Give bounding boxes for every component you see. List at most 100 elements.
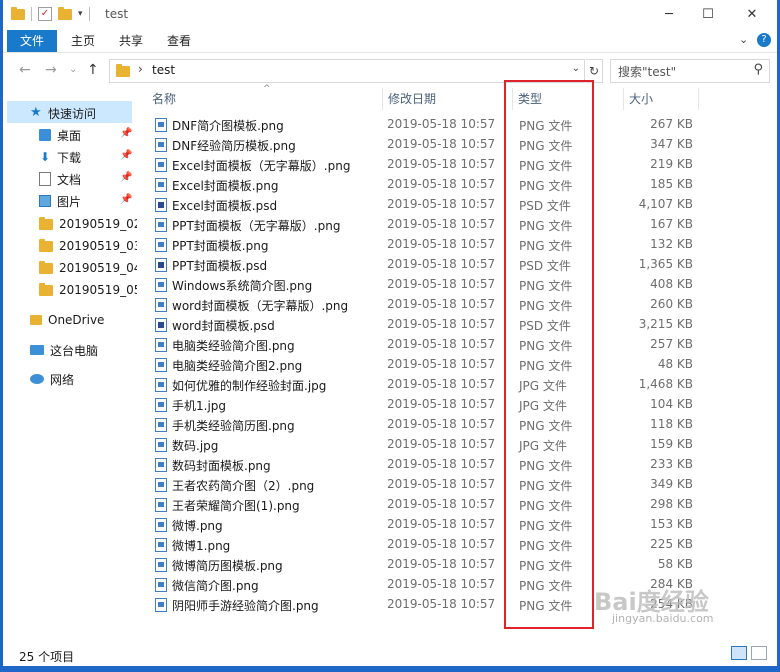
file-row[interactable]: word封面模板（无字幕版）.png 2019-05-18 10:57 PNG 文件… [137, 295, 753, 315]
recent-locations-icon[interactable]: ⌄ [69, 64, 77, 75]
file-icon [155, 378, 167, 392]
file-icon [155, 158, 167, 172]
scrollbar[interactable] [753, 88, 777, 640]
new-folder-icon[interactable] [58, 6, 72, 20]
file-row[interactable]: word封面模板.psd 2019-05-18 10:57 PSD 文件 3,215 … [137, 315, 753, 335]
sidebar-item-label: 下载 [57, 150, 82, 165]
customize-toolbar-icon[interactable]: ▾ [78, 9, 83, 19]
forward-button[interactable]: → [45, 62, 57, 78]
file-row[interactable]: 如何优雅的制作经验封面.jpg 2019-05-18 10:57 JPG 文件 1,4… [137, 375, 753, 395]
file-size: 260 KB [650, 297, 693, 311]
file-row[interactable]: 微博1.png 2019-05-18 10:57 PNG 文件 225 KB [137, 535, 753, 555]
search-input[interactable]: 搜索"test" [618, 63, 676, 80]
file-name: 微博简历图模板.png [172, 559, 283, 573]
expand-ribbon-icon[interactable]: ⌄ [739, 33, 748, 46]
file-row[interactable]: 王者荣耀简介图(1).png 2019-05-18 10:57 PNG 文件 298 … [137, 495, 753, 515]
file-icon [155, 178, 167, 192]
file-row[interactable]: Windows系统简介图.png 2019-05-18 10:57 PNG 文件 40… [137, 275, 753, 295]
tab-share[interactable]: 共享 [119, 30, 143, 52]
sidebar-item-downloads[interactable]: ⬇ 下载 [39, 147, 81, 167]
file-icon [155, 258, 167, 272]
file-name: 王者荣耀简介图(1).png [172, 499, 300, 513]
file-name: 微博1.png [172, 539, 231, 553]
sidebar-item-pictures[interactable]: 图片 [39, 191, 81, 211]
address-path[interactable]: test [152, 63, 175, 77]
sidebar-item-network[interactable]: 网络 [30, 369, 74, 389]
sidebar-item-label: 文档 [57, 172, 82, 187]
sidebar-item-quick-access[interactable]: ★ 快速访问 [30, 103, 96, 123]
file-icon [155, 498, 167, 512]
sidebar-item-this-pc[interactable]: 这台电脑 [30, 340, 98, 360]
file-row[interactable]: Excel封面模板（无字幕版）.png 2019-05-18 10:57 PNG 文… [137, 155, 753, 175]
sidebar-item-desktop[interactable]: 桌面 [39, 125, 81, 145]
file-row[interactable]: Excel封面模板.png 2019-05-18 10:57 PNG 文件 185 K… [137, 175, 753, 195]
column-divider[interactable] [623, 88, 624, 110]
column-header-date[interactable]: 修改日期 [388, 88, 436, 110]
navigation-pane: ★ 快速访问 桌面 📌 ⬇ 下载 📌 文档 📌 图片 📌 20190519_02… [3, 88, 159, 640]
file-row[interactable]: PPT封面模板（无字幕版）.png 2019-05-18 10:57 PNG 文件 1… [137, 215, 753, 235]
ribbon-tabs: 文件 主页 共享 查看 ⌄ ? [3, 30, 777, 52]
document-icon [39, 172, 51, 186]
properties-icon[interactable]: ✓ [38, 7, 52, 21]
file-name: 王者农药简介图（2）.png [172, 479, 315, 493]
file-icon [155, 578, 167, 592]
file-date: 2019-05-18 10:57 [387, 417, 496, 431]
file-date: 2019-05-18 10:57 [387, 197, 496, 211]
file-row[interactable]: 王者农药简介图（2）.png 2019-05-18 10:57 PNG 文件 349 … [137, 475, 753, 495]
file-size: 225 KB [650, 537, 693, 551]
tab-home[interactable]: 主页 [71, 30, 95, 52]
maximize-button[interactable]: ☐ [685, 2, 731, 28]
file-row[interactable]: DNF简介图模板.png 2019-05-18 10:57 PNG 文件 267 KB [137, 115, 753, 135]
chevron-down-icon[interactable]: ⌄ [572, 63, 580, 74]
file-name: 数码.jpg [172, 439, 219, 453]
file-row[interactable]: 微博简历图模板.png 2019-05-18 10:57 PNG 文件 58 KB [137, 555, 753, 575]
file-icon [155, 558, 167, 572]
file-row[interactable]: 数码.jpg 2019-05-18 10:57 JPG 文件 159 KB [137, 435, 753, 455]
up-button[interactable]: ↑ [87, 62, 99, 78]
pin-icon[interactable]: 📌 [120, 128, 132, 139]
file-name: 手机类经验简历图.png [172, 419, 295, 433]
sort-ascending-icon: ^ [263, 84, 271, 94]
file-size: 167 KB [650, 217, 693, 231]
folder-icon [39, 260, 53, 274]
file-icon [155, 398, 167, 412]
file-row[interactable]: 电脑类经验简介图.png 2019-05-18 10:57 PNG 文件 257 KB [137, 335, 753, 355]
sidebar-item-label: OneDrive [48, 313, 105, 327]
file-row[interactable]: 手机类经验简历图.png 2019-05-18 10:57 PNG 文件 118 KB [137, 415, 753, 435]
file-row[interactable]: PPT封面模板.png 2019-05-18 10:57 PNG 文件 132 KB [137, 235, 753, 255]
column-divider[interactable] [698, 88, 699, 110]
sidebar-item-onedrive[interactable]: OneDrive [30, 310, 104, 330]
large-icons-view-button[interactable] [751, 646, 767, 660]
help-icon[interactable]: ? [757, 33, 771, 47]
file-row[interactable]: DNF经验简历模板.png 2019-05-18 10:57 PNG 文件 347 K… [137, 135, 753, 155]
pin-icon[interactable]: 📌 [120, 150, 132, 161]
pin-icon[interactable]: 📌 [120, 194, 132, 205]
file-row[interactable]: Excel封面模板.psd 2019-05-18 10:57 PSD 文件 4,107… [137, 195, 753, 215]
file-row[interactable]: 数码封面模板.png 2019-05-18 10:57 PNG 文件 233 KB [137, 455, 753, 475]
column-divider[interactable] [382, 88, 383, 110]
title-bar: ✓ ▾ test ─ ☐ ✕ [3, 0, 777, 30]
file-row[interactable]: PPT封面模板.psd 2019-05-18 10:57 PSD 文件 1,365 K… [137, 255, 753, 275]
column-header-size[interactable]: 大小 [629, 88, 653, 110]
search-icon[interactable]: ⚲ [753, 62, 763, 77]
back-button[interactable]: ← [19, 62, 31, 78]
pin-icon[interactable]: 📌 [120, 172, 132, 183]
column-header-name[interactable]: 名称 [152, 88, 176, 110]
file-size: 58 KB [657, 557, 693, 571]
chevron-right-icon[interactable]: › [138, 62, 143, 76]
file-row[interactable]: 微博.png 2019-05-18 10:57 PNG 文件 153 KB [137, 515, 753, 535]
file-icon [155, 338, 167, 352]
file-row[interactable]: 手机1.jpg 2019-05-18 10:57 JPG 文件 104 KB [137, 395, 753, 415]
tab-file[interactable]: 文件 [7, 30, 57, 52]
file-name: 电脑类经验简介图.png [172, 339, 295, 353]
file-size: 1,365 KB [638, 257, 693, 271]
close-button[interactable]: ✕ [729, 2, 775, 28]
search-box[interactable]: 搜索"test" ⚲ [610, 59, 770, 83]
file-size: 159 KB [650, 437, 693, 451]
toolbar-divider [88, 7, 90, 21]
sidebar-item-documents[interactable]: 文档 [39, 169, 81, 189]
tab-view[interactable]: 查看 [167, 30, 191, 52]
file-name: 手机1.jpg [172, 399, 227, 413]
file-row[interactable]: 电脑类经验简介图2.png 2019-05-18 10:57 PNG 文件 48 KB [137, 355, 753, 375]
details-view-button[interactable] [731, 646, 747, 660]
